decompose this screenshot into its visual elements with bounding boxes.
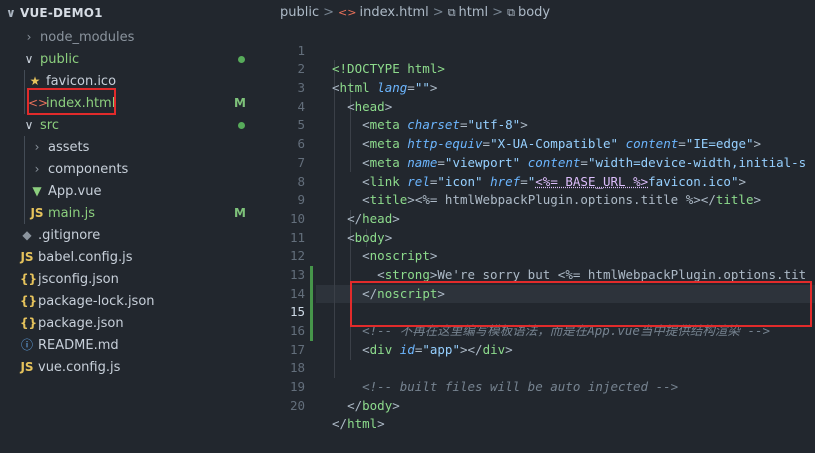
tree-item-label: public	[40, 52, 80, 67]
tree-item-vue-config[interactable]: JS vue.config.js	[0, 356, 262, 378]
tree-item-public[interactable]: ∨ public	[0, 48, 262, 70]
code-line: 19 </body>	[270, 359, 815, 413]
info-icon: ⓘ	[20, 338, 33, 352]
breadcrumb-node-body[interactable]: body	[518, 5, 550, 20]
code-line: 7 <link rel="icon" href="<%= BASE_URL %>…	[270, 135, 815, 189]
element-icon: ⧉	[447, 6, 456, 19]
code-line: 20 </html>	[270, 378, 815, 432]
code-line: 3 <head>	[270, 60, 815, 114]
json-icon: {}	[20, 272, 38, 286]
code-line: 4 <meta charset="utf-8">	[270, 79, 815, 133]
tree-item-label: package.json	[38, 316, 124, 331]
tree-item-label: package-lock.json	[38, 294, 155, 309]
chevron-down-icon: ∨	[6, 6, 16, 20]
code-line: 9 </head>	[270, 173, 815, 226]
tree-item-assets[interactable]: › assets	[0, 136, 262, 158]
line-text: </body>	[347, 397, 400, 413]
json-icon: {}	[20, 294, 38, 308]
indent-guide	[24, 70, 25, 114]
code-line: 2 <html lang="">	[270, 42, 815, 95]
breadcrumb-node-html[interactable]: html	[459, 5, 489, 20]
chevron-right-icon: ›	[26, 30, 32, 44]
project-name: VUE-DEMO1	[20, 6, 103, 20]
code-editor[interactable]: public > <> index.html > ⧉ html > ⧉ body 1 <!DOCT…	[270, 0, 815, 432]
tree-item-components[interactable]: › components	[0, 158, 262, 180]
element-icon: ⧉	[507, 6, 515, 19]
code-line: 13 </noscript>	[270, 247, 815, 301]
tree-item-babel-config[interactable]: JS babel.config.js	[0, 246, 262, 268]
chevron-down-icon: ∨	[24, 118, 34, 132]
chevron-right-icon: ›	[34, 162, 40, 176]
tree-item-package-lock[interactable]: {}package-lock.json	[0, 290, 262, 312]
explorer-project-header[interactable]: ∨ VUE-DEMO1	[0, 0, 262, 26]
code-line: 8 <title><%= htmlWebpackPlugin.options.t…	[270, 154, 815, 208]
modified-dot-icon	[238, 56, 245, 63]
code-line: 18 <!-- built files will be auto injecte…	[270, 341, 815, 394]
tree-item-label: src	[40, 118, 59, 133]
tree-item-label: README.md	[38, 338, 119, 353]
js-icon: JS	[30, 206, 44, 220]
line-text: </html>	[332, 416, 385, 432]
git-icon: ◆	[22, 228, 32, 242]
code-line: 1 <!DOCTYPE html>	[270, 23, 815, 77]
code-line: 5 <meta http-equiv="X-UA-Compatible" con…	[270, 98, 815, 151]
tree-item-label: .gitignore	[38, 228, 101, 243]
modified-badge: M	[234, 96, 246, 110]
vue-icon: ▼	[32, 184, 42, 198]
tree-item-label: App.vue	[48, 184, 102, 199]
tree-item-app-vue[interactable]: ▼ App.vue	[0, 180, 262, 202]
code-line: 12 <strong>We're sorry but <%= htmlWebpa…	[270, 229, 815, 282]
modified-badge: M	[234, 206, 246, 220]
modified-dot-icon	[238, 122, 245, 129]
breadcrumb-separator: >	[432, 5, 444, 20]
breadcrumb-separator: >	[492, 5, 504, 20]
tree-item-readme[interactable]: ⓘ README.md	[0, 334, 262, 356]
json-icon: {}	[20, 316, 38, 330]
chevron-down-icon: ∨	[24, 52, 34, 66]
tree-item-main-js[interactable]: JS main.js M	[0, 202, 262, 224]
explorer-sidebar: ∨ VUE-DEMO1 › node_modules ∨ public ★ favico…	[0, 0, 262, 407]
tree-item-label: vue.config.js	[38, 360, 121, 375]
chevron-right-icon: ›	[34, 140, 40, 154]
code-line: 10 <body>	[270, 191, 815, 245]
tree-item-package-json[interactable]: {}package.json	[0, 312, 262, 334]
tree-item-node-modules[interactable]: › node_modules	[0, 26, 262, 48]
tree-item-label: jsconfig.json	[38, 272, 119, 287]
vscode-window: ∨ VUE-DEMO1 › node_modules ∨ public ★ favico…	[0, 0, 815, 432]
tree-item-label: assets	[48, 140, 90, 155]
tree-item-gitignore[interactable]: ◆ .gitignore	[0, 224, 262, 246]
tree-item-label: components	[48, 162, 129, 177]
code-line: 6 <meta name="viewport" content="width=d…	[270, 116, 815, 170]
highlight-box-index-html	[27, 88, 116, 115]
tree-item-label: main.js	[48, 206, 95, 221]
code-line: 11 <noscript>	[270, 210, 815, 264]
line-number: 20	[289, 397, 305, 413]
indent-guide	[24, 136, 25, 224]
breadcrumb-separator: >	[323, 5, 335, 20]
html-icon: <>	[338, 6, 357, 19]
js-icon: JS	[20, 360, 34, 374]
breadcrumb-file[interactable]: index.html	[359, 5, 428, 20]
code-area[interactable]: 1 <!DOCTYPE html> 2 <html lang=""> 3 <he…	[270, 23, 815, 432]
tree-item-src[interactable]: ∨ src	[0, 114, 262, 136]
tree-item-label: babel.config.js	[38, 250, 133, 265]
tree-item-label: node_modules	[40, 30, 135, 45]
highlight-box-comment-div	[350, 281, 812, 327]
breadcrumb-folder[interactable]: public	[280, 5, 319, 20]
js-icon: JS	[20, 250, 34, 264]
tree-item-jsconfig[interactable]: {}jsconfig.json	[0, 268, 262, 290]
